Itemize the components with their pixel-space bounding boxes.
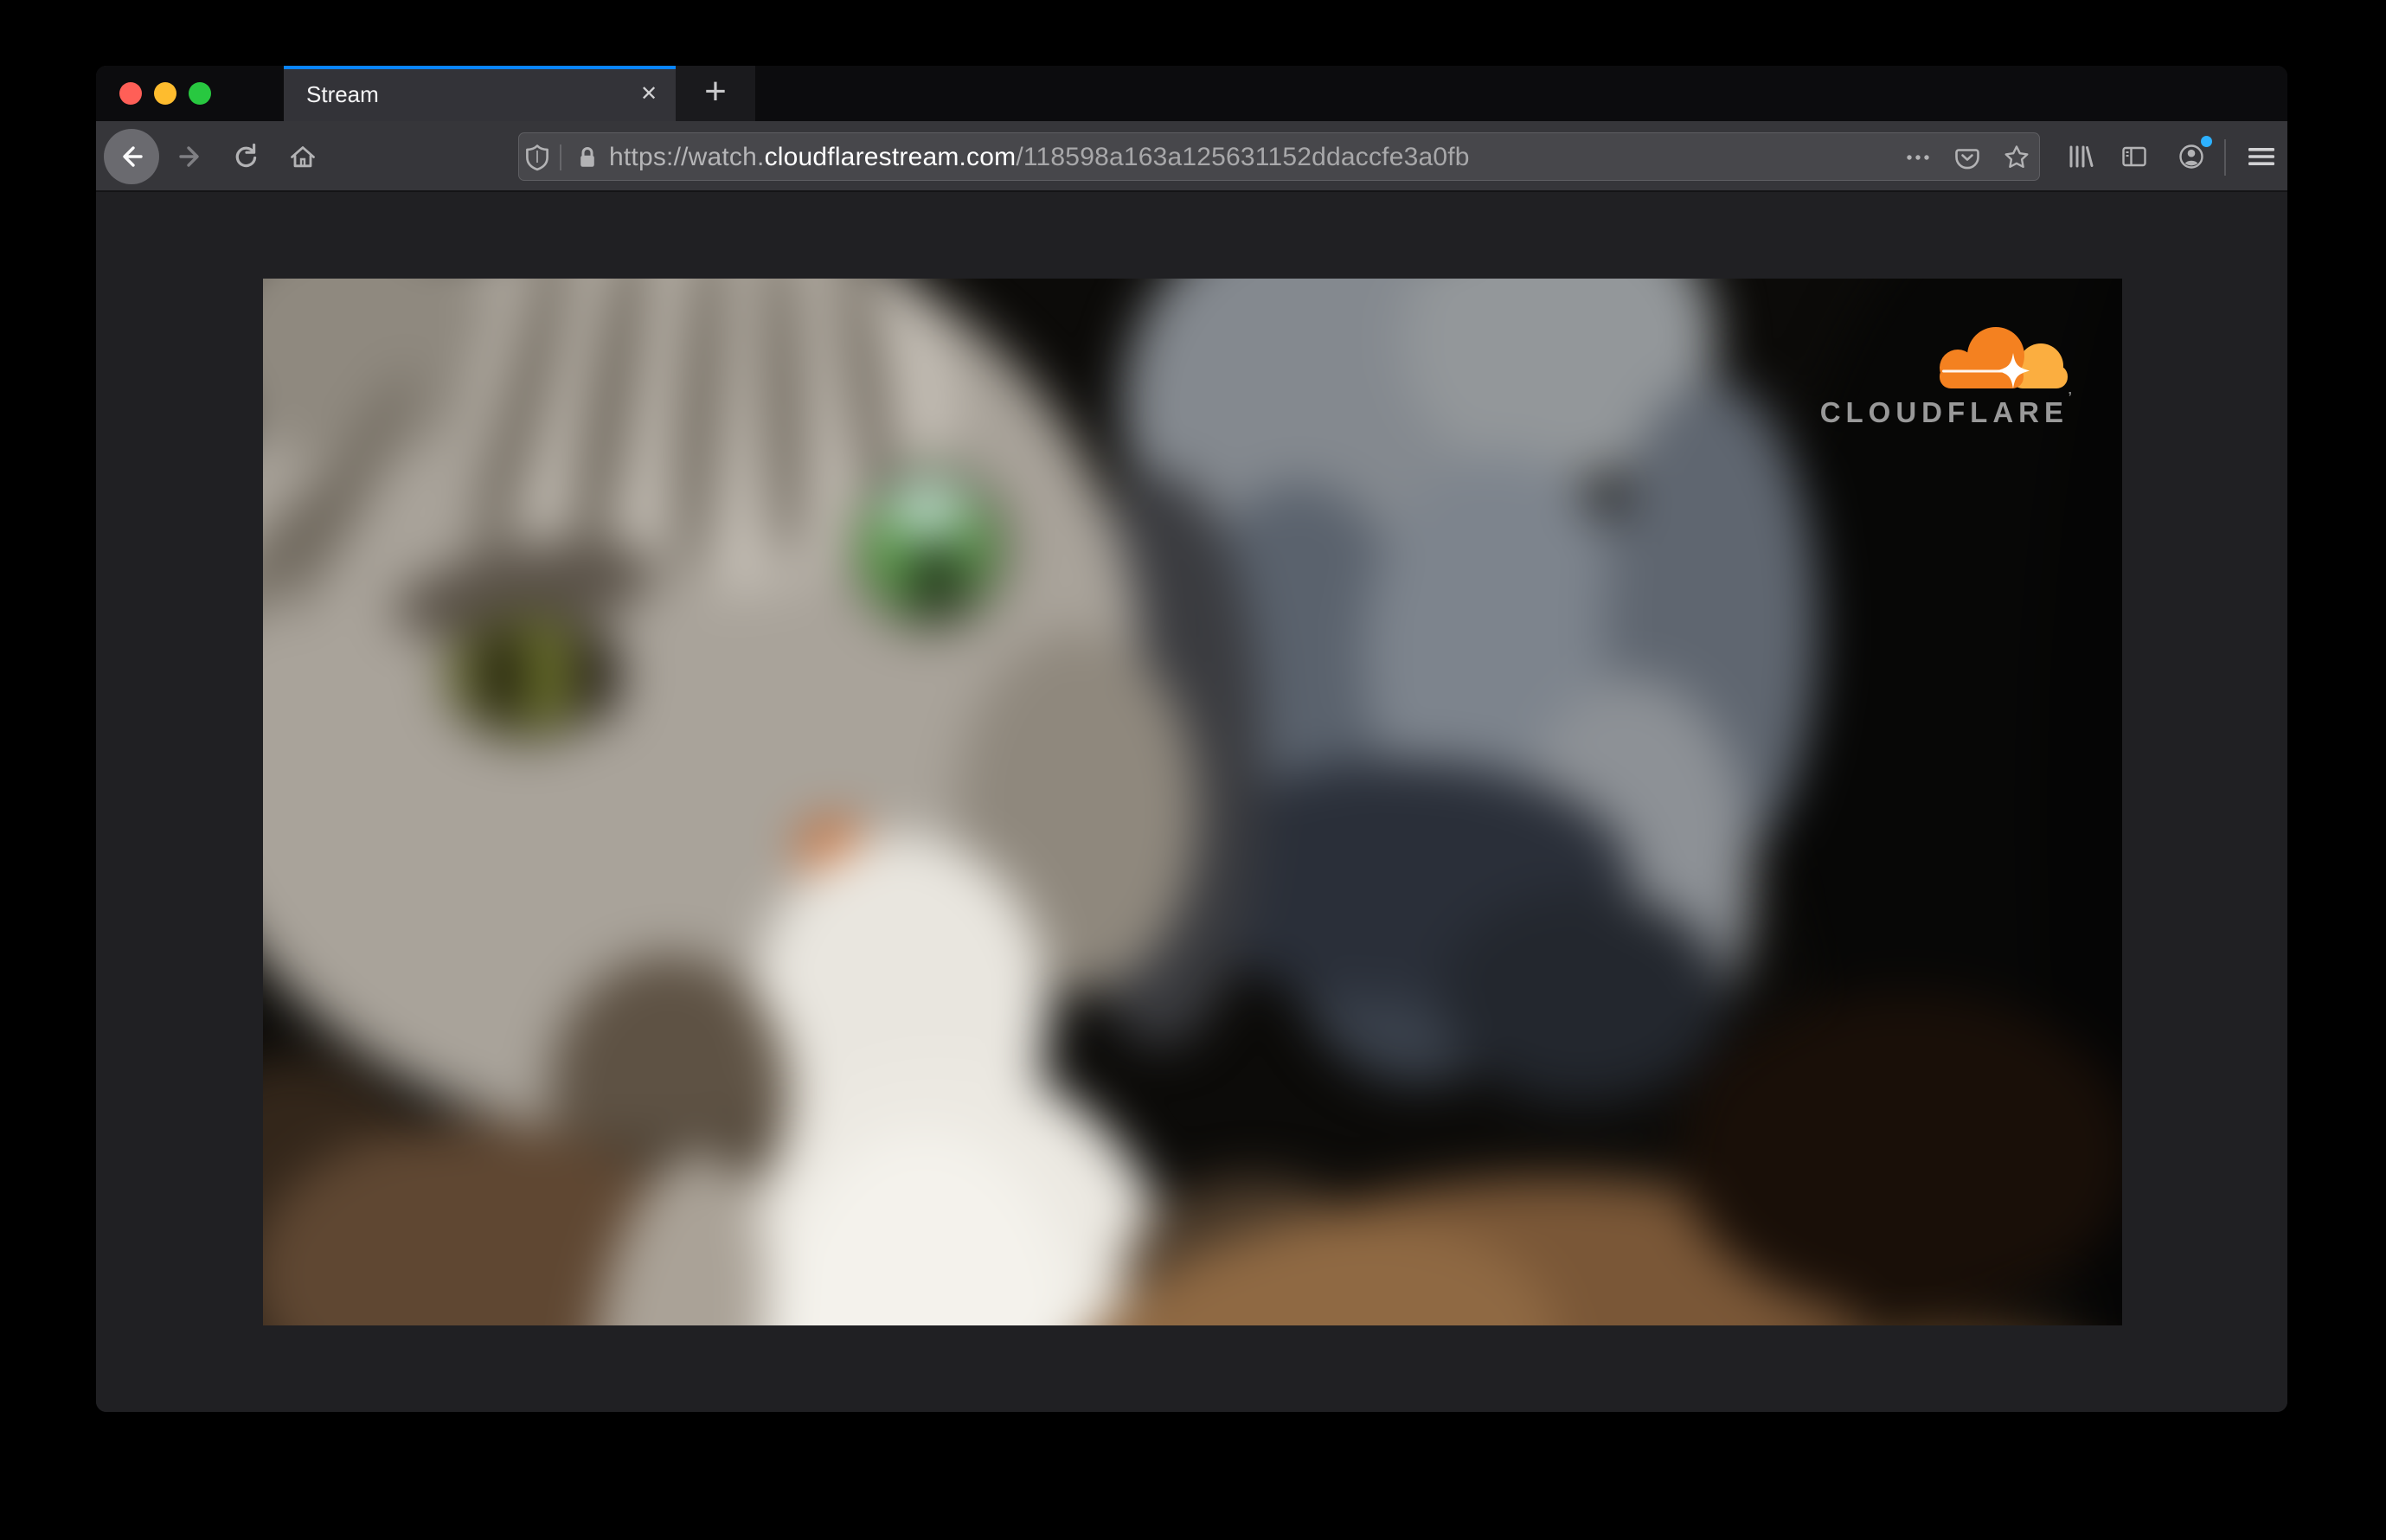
forward-arrow-icon — [179, 146, 199, 167]
url-bar[interactable]: https://watch.cloudflarestream.com/11859… — [518, 132, 2040, 181]
ellipsis-icon — [1907, 155, 1929, 160]
star-icon — [2004, 145, 2029, 168]
hamburger-menu-icon — [2248, 148, 2274, 165]
cloudflare-cloud-icon — [1940, 327, 2068, 388]
url-text[interactable]: https://watch.cloudflarestream.com/11859… — [609, 133, 1470, 180]
cloudflare-watermark: CLOUDFLARE’ — [1820, 327, 2072, 427]
reload-icon — [235, 143, 257, 168]
toolbar-divider — [2224, 139, 2226, 176]
url-domain: cloudflarestream.com — [764, 143, 1017, 171]
browser-window: Stream ✕ + https://watch.cloudflarestrea… — [96, 66, 2287, 1412]
sidebar-button[interactable] — [2119, 141, 2150, 172]
desktop-background: Stream ✕ + https://watch.cloudflarestrea… — [0, 0, 2386, 1540]
urlbar-separator — [560, 144, 561, 170]
blurred-cat-video-frame — [263, 279, 2122, 1325]
tab-title: Stream — [306, 81, 379, 107]
titlebar: Stream ✕ + — [96, 66, 2287, 121]
sidebar-icon — [2122, 146, 2146, 167]
pocket-button[interactable] — [1952, 142, 1983, 173]
home-icon — [291, 146, 315, 168]
menu-button[interactable] — [2246, 141, 2277, 172]
tracking-protection-shield-icon[interactable] — [522, 142, 553, 173]
tab-close-icon[interactable]: ✕ — [634, 80, 664, 109]
page-actions-button[interactable] — [1902, 142, 1934, 173]
url-prefix: https://watch. — [609, 143, 765, 171]
lock-icon[interactable] — [572, 142, 603, 173]
reload-button[interactable] — [230, 141, 261, 172]
tab-stream[interactable]: Stream ✕ — [284, 66, 676, 121]
back-button[interactable] — [104, 129, 159, 184]
cloudflare-watermark-text: CLOUDFLARE’ — [1819, 390, 2077, 428]
forward-button[interactable] — [175, 141, 206, 172]
home-button[interactable] — [287, 141, 318, 172]
new-tab-button[interactable]: + — [691, 66, 740, 121]
account-notification-dot — [2201, 136, 2212, 147]
trademark-mark: ’ — [2068, 390, 2077, 405]
bookmark-star-button[interactable] — [2001, 142, 2032, 173]
navigation-toolbar: https://watch.cloudflarestream.com/11859… — [96, 121, 2287, 192]
maximize-window-button[interactable] — [189, 82, 211, 105]
video-player[interactable]: CLOUDFLARE’ — [263, 279, 2122, 1325]
traffic-lights — [96, 66, 284, 121]
back-arrow-icon — [123, 146, 143, 167]
page-content: CLOUDFLARE’ — [96, 192, 2287, 1412]
close-window-button[interactable] — [119, 82, 142, 105]
library-icon — [2069, 145, 2094, 168]
new-tab-zone: + — [676, 66, 755, 121]
url-path: /118598a163a125631152ddaccfe3a0fb — [1016, 143, 1470, 171]
library-button[interactable] — [2063, 141, 2094, 172]
pocket-icon — [1955, 149, 1979, 170]
minimize-window-button[interactable] — [154, 82, 176, 105]
